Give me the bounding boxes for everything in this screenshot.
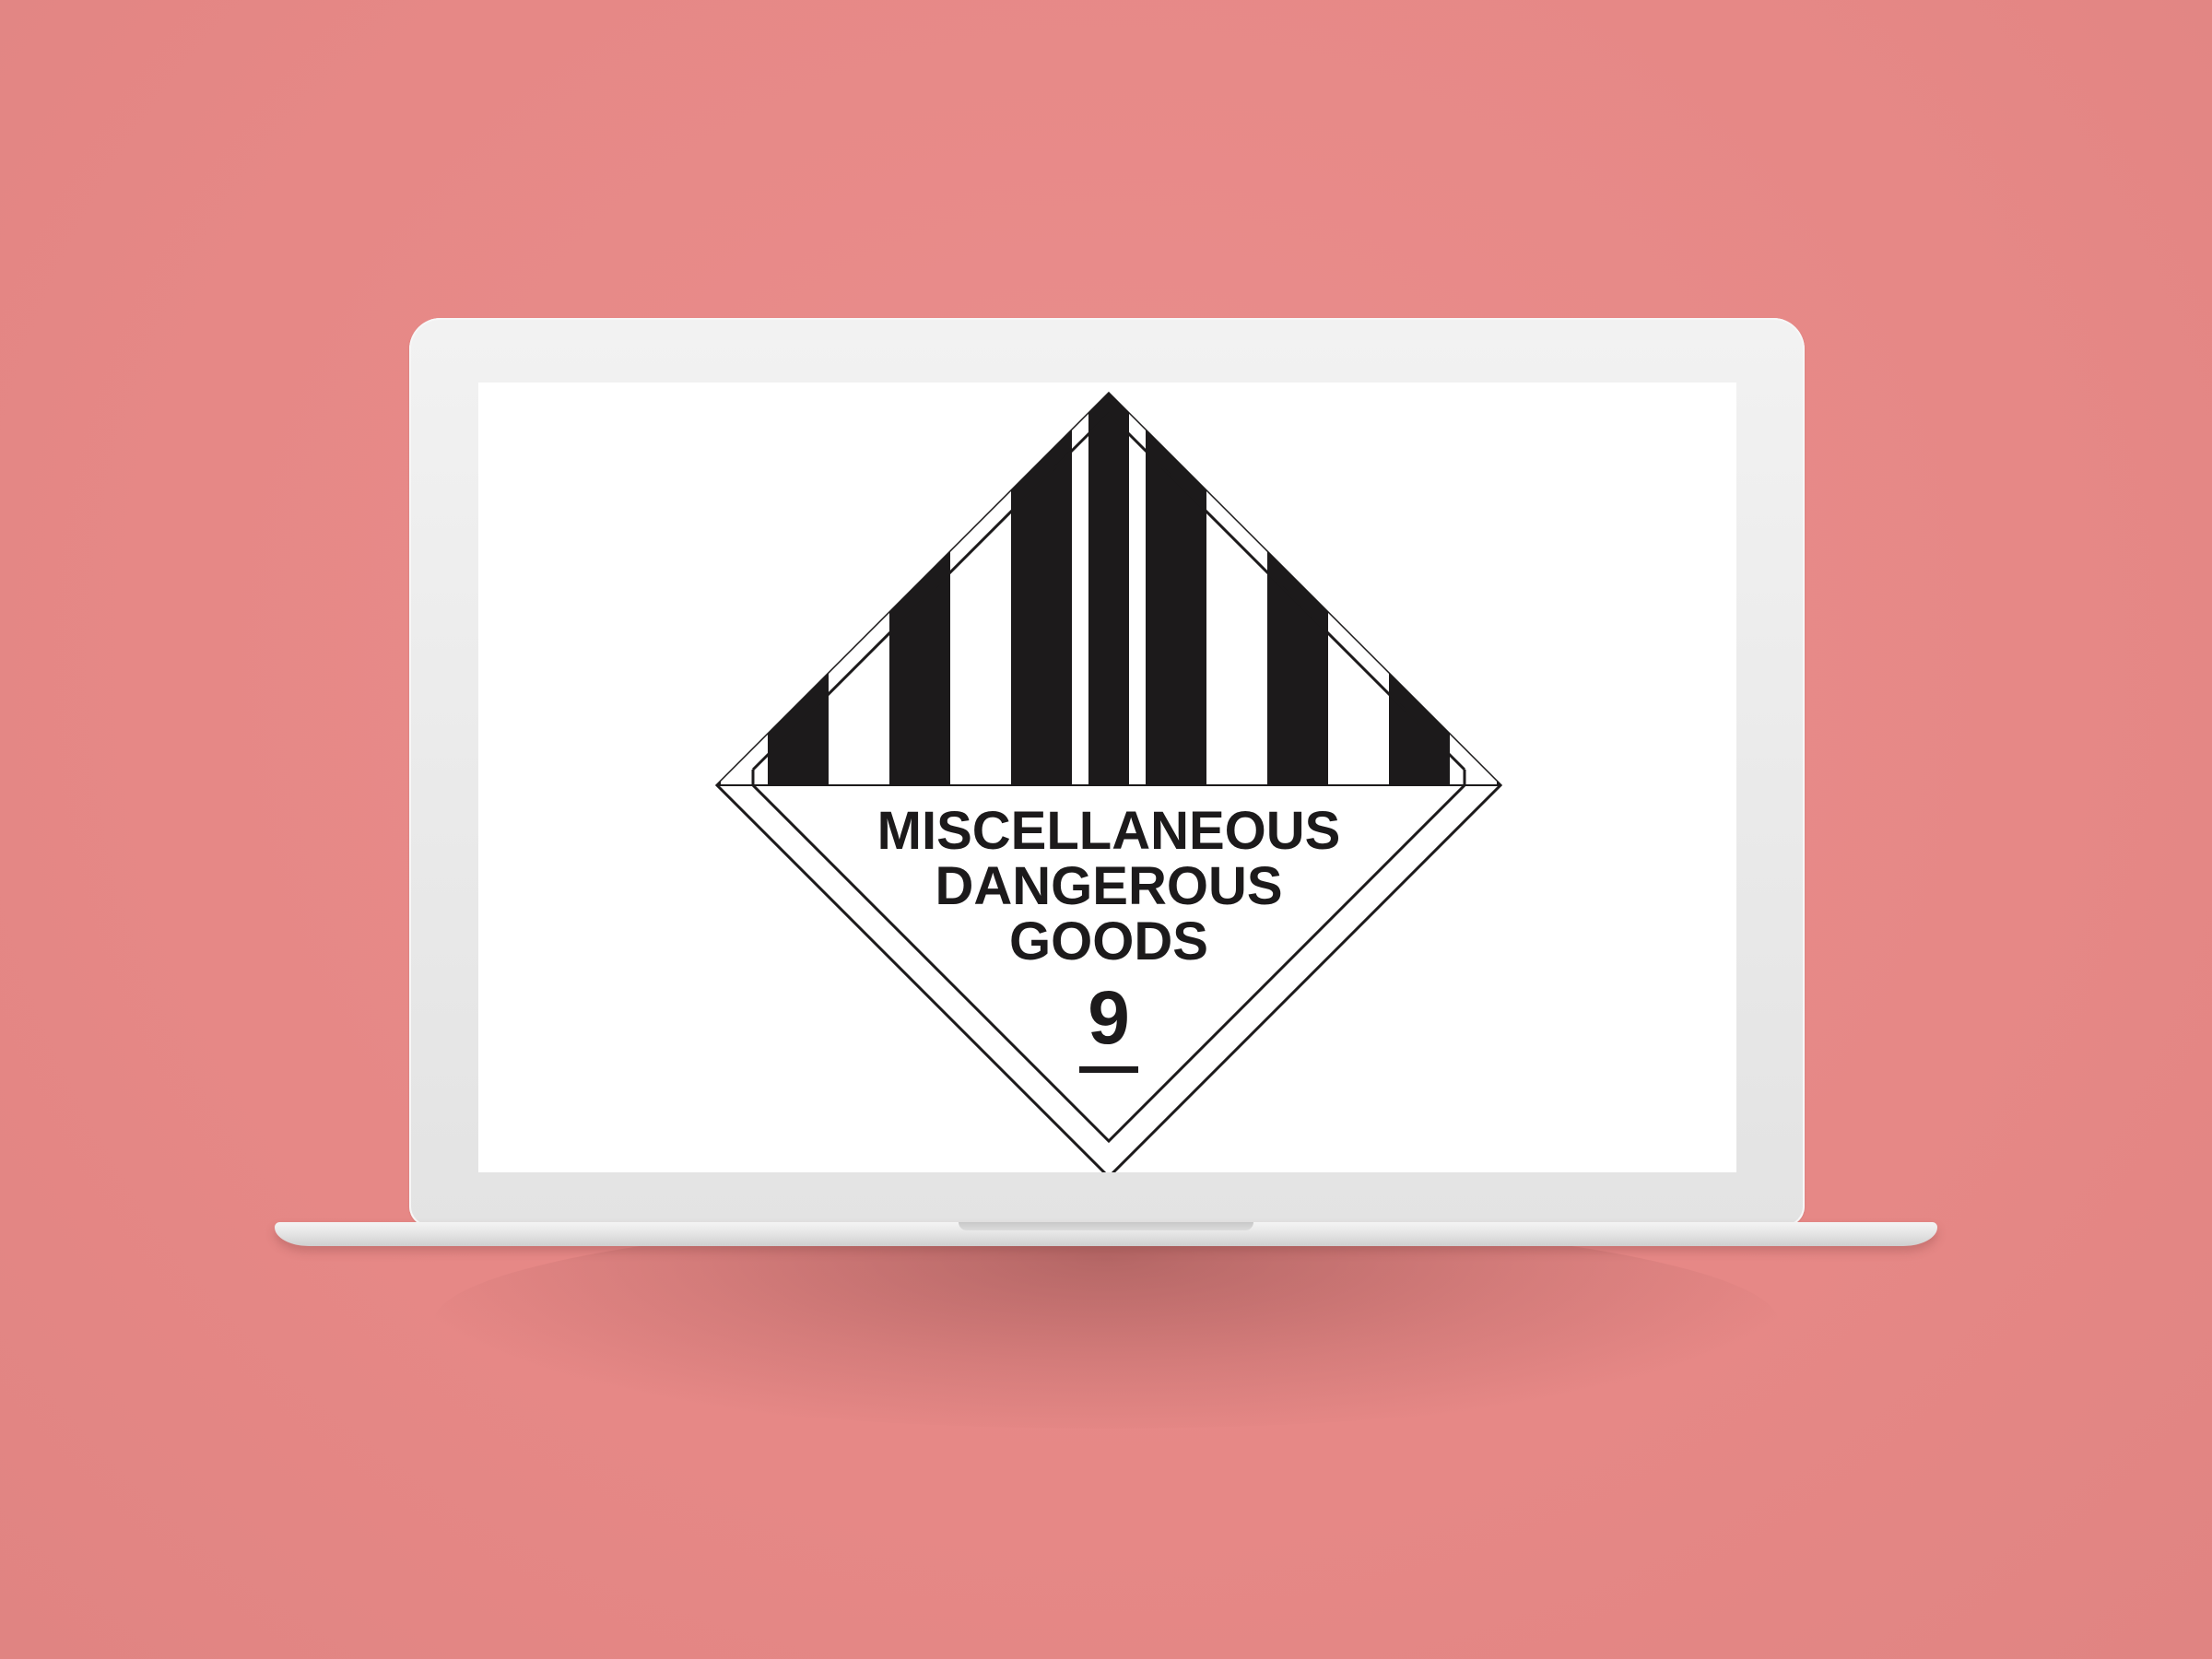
- placard-line-goods: GOODS: [1009, 912, 1208, 971]
- placard-class-number: 9: [1088, 976, 1130, 1060]
- laptop-base: [275, 1222, 1937, 1246]
- placard-line-miscellaneous: MISCELLANEOUS: [877, 801, 1341, 861]
- laptop-shadow: [433, 1217, 1779, 1429]
- laptop-base-notch: [959, 1222, 1253, 1230]
- class9-stripes: [717, 394, 1500, 785]
- laptop-lid: MISCELLANEOUS DANGEROUS GOODS 9: [409, 318, 1805, 1227]
- hazard-placard: MISCELLANEOUS DANGEROUS GOODS 9: [714, 391, 1503, 1172]
- placard-line-dangerous: DANGEROUS: [935, 856, 1282, 916]
- laptop-screen: MISCELLANEOUS DANGEROUS GOODS 9: [478, 382, 1736, 1172]
- class-number-underline: [1079, 1066, 1138, 1073]
